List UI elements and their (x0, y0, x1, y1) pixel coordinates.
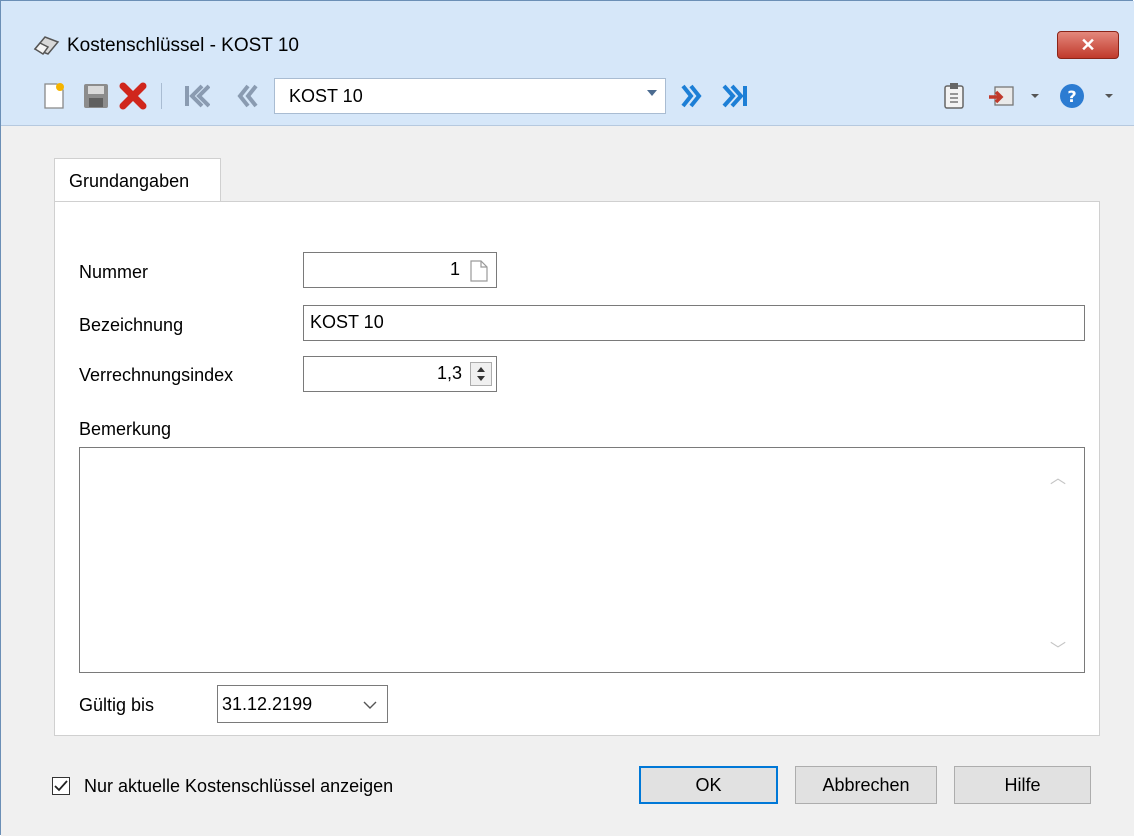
new-icon (44, 83, 64, 109)
help-dropdown[interactable] (1101, 79, 1117, 113)
verrechnungsindex-value: 1,3 (436, 363, 462, 383)
title-bar: Kostenschlüssel - KOST 10 ✕ (1, 1, 1134, 65)
clipboard-button[interactable] (939, 79, 969, 113)
previous-record-button[interactable] (233, 79, 263, 113)
gueltig-label: Gültig bis (79, 695, 155, 715)
help-button[interactable]: Hilfe (954, 766, 1091, 804)
dialog-content: Grundangaben Nummer 1 Bezeichnung KOST 1… (1, 126, 1134, 836)
chevron-down-icon (1031, 94, 1039, 98)
chevron-down-icon (1105, 94, 1113, 98)
last-record-icon (722, 84, 747, 108)
save-button[interactable] (81, 79, 111, 113)
dialog-window: Kostenschlüssel - KOST 10 ✕ KOST 10 ? Gr… (0, 0, 1134, 836)
ok-button[interactable]: OK (639, 766, 778, 804)
last-record-button[interactable] (721, 79, 751, 113)
cancel-button[interactable]: Abbrechen (795, 766, 937, 804)
verrechnungsindex-stepper[interactable]: 1,3 (303, 356, 497, 392)
spin-arrows-icon[interactable] (470, 362, 492, 386)
bemerkung-label: Bemerkung (79, 419, 172, 439)
nummer-field[interactable]: 1 (303, 252, 497, 288)
import-icon (989, 86, 1014, 106)
bezeichnung-field[interactable]: KOST 10 (303, 305, 1085, 341)
checkmark-icon (54, 780, 68, 792)
delete-button[interactable] (118, 79, 148, 113)
bezeichnung-label: Bezeichnung (79, 315, 184, 335)
record-select-value: KOST 10 (289, 86, 363, 106)
toolbar: KOST 10 ? (1, 65, 1134, 126)
chevron-down-icon (363, 701, 377, 709)
chevron-down-icon (647, 90, 657, 96)
help-icon: ? (1060, 84, 1084, 108)
import-button[interactable] (981, 79, 1021, 113)
toolbar-separator (161, 83, 162, 109)
eraser-icon (33, 36, 60, 55)
gueltig-value: 31.12.2199 (222, 694, 313, 714)
tab-panel: Nummer 1 Bezeichnung KOST 10 Verrechnung… (54, 201, 1100, 736)
save-icon (84, 84, 108, 108)
show-current-checkbox[interactable] (52, 777, 70, 795)
show-current-label[interactable]: Nur aktuelle Kostenschlüssel anzeigen (84, 776, 393, 797)
next-record-button[interactable] (676, 79, 706, 113)
close-button[interactable]: ✕ (1057, 31, 1119, 59)
bemerkung-textarea[interactable]: ︿ ﹀ (79, 447, 1085, 673)
scroll-up-icon[interactable]: ︿ (1050, 464, 1066, 488)
import-dropdown[interactable] (1027, 79, 1043, 113)
nummer-label: Nummer (79, 262, 149, 282)
new-number-icon[interactable] (469, 260, 489, 282)
bezeichnung-value: KOST 10 (310, 312, 384, 332)
help-toolbar-button[interactable]: ? (1057, 79, 1087, 113)
first-record-button[interactable] (181, 79, 211, 113)
previous-record-icon (237, 84, 258, 108)
new-record-button[interactable] (39, 79, 69, 113)
nummer-value: 1 (449, 259, 460, 279)
first-record-icon (185, 84, 210, 108)
verrechnungsindex-label: Verrechnungsindex (79, 365, 234, 385)
gueltig-date-picker[interactable]: 31.12.2199 (217, 685, 388, 723)
record-select[interactable]: KOST 10 (274, 78, 666, 114)
svg-text:?: ? (1067, 87, 1076, 106)
delete-icon (119, 82, 147, 110)
window-title: Kostenschlüssel - KOST 10 (67, 35, 299, 56)
tab-grundangaben[interactable]: Grundangaben (54, 158, 221, 202)
next-record-icon (681, 84, 702, 108)
scroll-down-icon[interactable]: ﹀ (1050, 636, 1066, 660)
tab-label: Grundangaben (69, 171, 190, 191)
close-icon: ✕ (1080, 34, 1096, 55)
clipboard-icon (944, 83, 964, 109)
